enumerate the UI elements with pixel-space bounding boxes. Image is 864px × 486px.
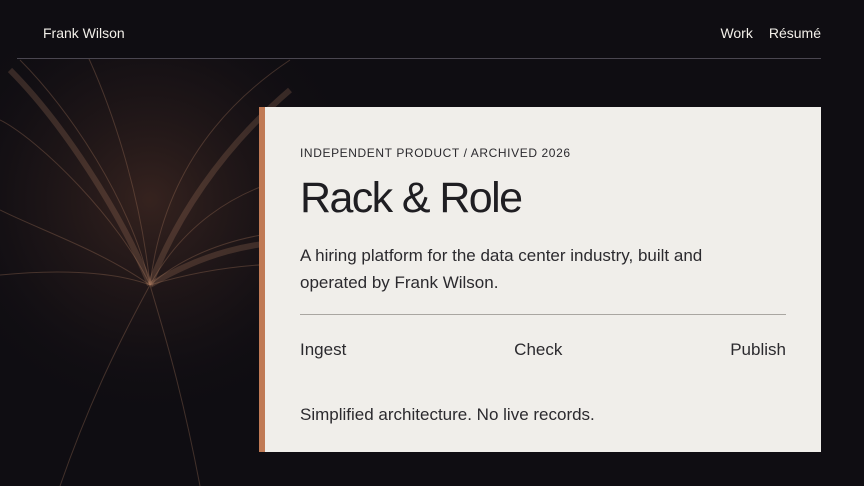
project-card: INDEPENDENT PRODUCT / ARCHIVED 2026 Rack…	[259, 107, 821, 452]
card-accent-bar	[259, 107, 265, 452]
nav-link-resume[interactable]: Résumé	[769, 25, 821, 41]
main-nav: Work Résumé	[720, 25, 821, 41]
top-navigation-bar: Frank Wilson Work Résumé	[17, 0, 821, 59]
step-publish: Publish	[730, 340, 786, 359]
project-description: A hiring platform for the data center in…	[300, 246, 703, 292]
step-ingest: Ingest	[300, 340, 347, 359]
project-eyebrow: INDEPENDENT PRODUCT / ARCHIVED 2026	[300, 146, 571, 160]
nav-link-work[interactable]: Work	[720, 25, 752, 41]
card-divider	[300, 314, 786, 315]
page: Frank Wilson Work Résumé INDEPENDENT PRO…	[0, 0, 864, 486]
pipeline-steps: Ingest Check Publish	[300, 340, 786, 360]
brand-link[interactable]: Frank Wilson	[43, 25, 125, 41]
architecture-note: Simplified architecture. No live records…	[300, 405, 595, 424]
project-title: Rack & Role	[300, 174, 523, 222]
step-check: Check	[514, 340, 563, 359]
